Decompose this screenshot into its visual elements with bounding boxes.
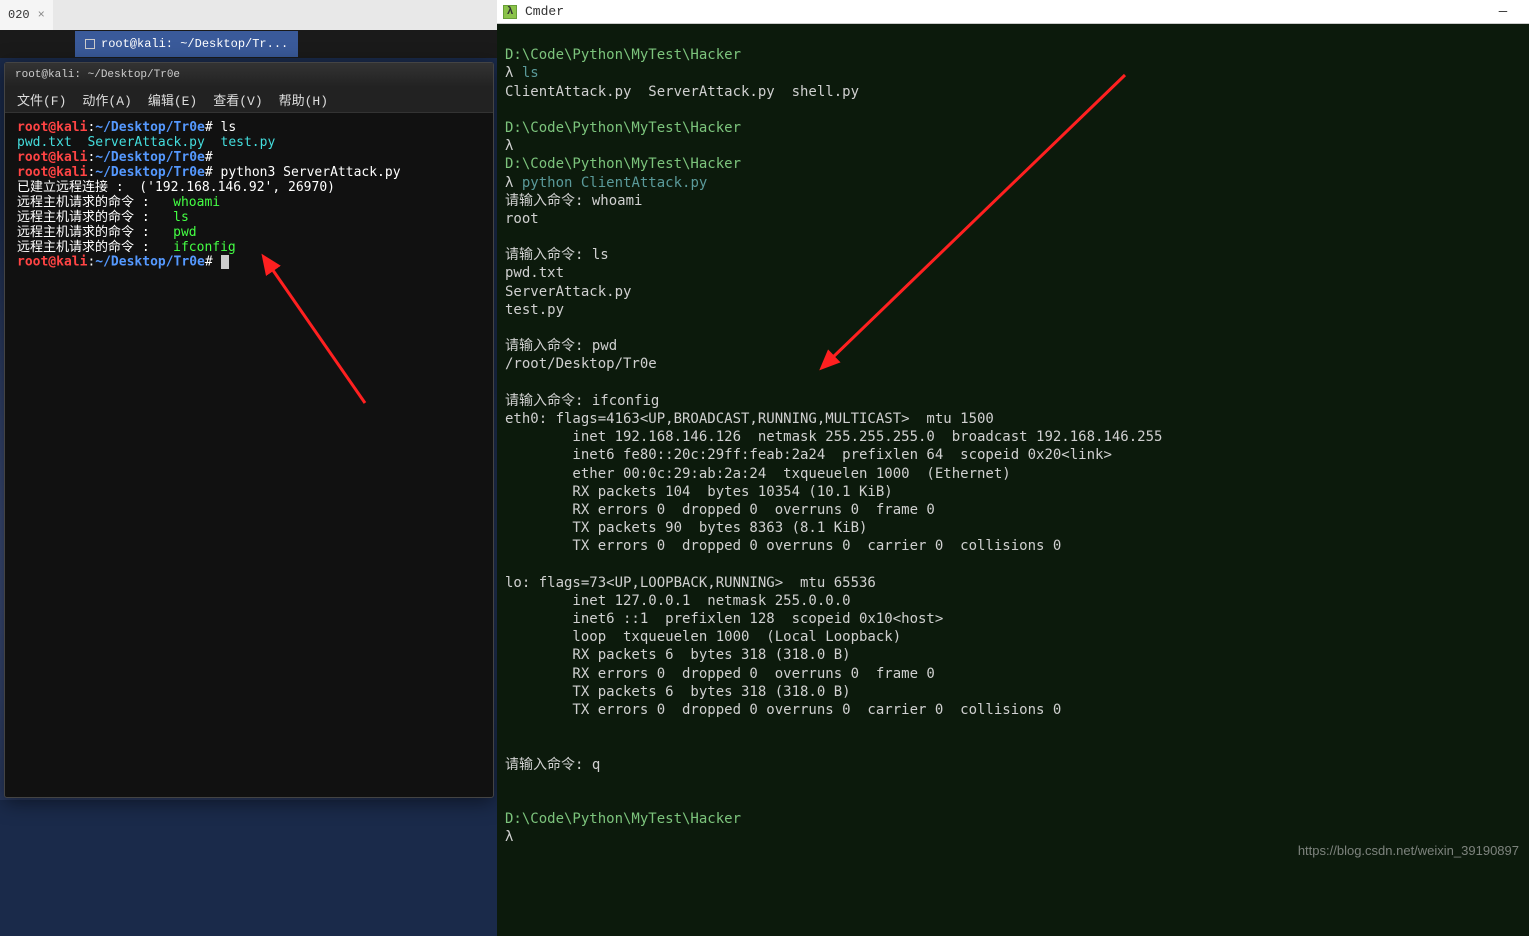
taskbar: root@kali: ~/Desktop/Tr... — [0, 30, 497, 58]
menu-action[interactable]: 动作(A) — [82, 90, 131, 109]
tab-label: 020 — [8, 8, 30, 22]
tab[interactable]: 020 × — [0, 0, 53, 30]
menubar: 文件(F) 动作(A) 编辑(E) 查看(V) 帮助(H) — [5, 87, 493, 113]
watermark: https://blog.csdn.net/weixin_39190897 — [1298, 843, 1519, 858]
cmder-titlebar[interactable]: λ Cmder — — [497, 0, 1529, 24]
menu-help[interactable]: 帮助(H) — [279, 90, 328, 109]
kali-terminal-window: root@kali: ~/Desktop/Tr0e 文件(F) 动作(A) 编辑… — [4, 62, 494, 798]
cmder-terminal-content[interactable]: D:\Code\Python\MyTest\Hacker λ ls Client… — [497, 24, 1529, 936]
terminal-icon — [85, 39, 95, 49]
browser-tab-bar: 020 × — [0, 0, 497, 30]
window-title: root@kali: ~/Desktop/Tr0e — [15, 69, 180, 81]
menu-edit[interactable]: 编辑(E) — [148, 90, 197, 109]
close-icon[interactable]: × — [38, 8, 45, 22]
menu-file[interactable]: 文件(F) — [17, 90, 66, 109]
kali-terminal-content[interactable]: root@kali:~/Desktop/Tr0e# ls pwd.txt Ser… — [5, 113, 493, 279]
minimize-icon[interactable]: — — [1483, 4, 1523, 20]
cmder-title: Cmder — [525, 4, 1475, 19]
taskbar-item-label: root@kali: ~/Desktop/Tr... — [101, 37, 288, 51]
cursor-icon — [221, 255, 229, 269]
taskbar-terminal-item[interactable]: root@kali: ~/Desktop/Tr... — [75, 31, 298, 57]
cmder-icon: λ — [503, 5, 517, 19]
left-panel: 020 × root@kali: ~/Desktop/Tr... root@ka… — [0, 0, 497, 800]
menu-view[interactable]: 查看(V) — [213, 90, 262, 109]
window-titlebar[interactable]: root@kali: ~/Desktop/Tr0e — [5, 63, 493, 87]
right-panel: λ Cmder — D:\Code\Python\MyTest\Hacker λ… — [497, 0, 1529, 936]
